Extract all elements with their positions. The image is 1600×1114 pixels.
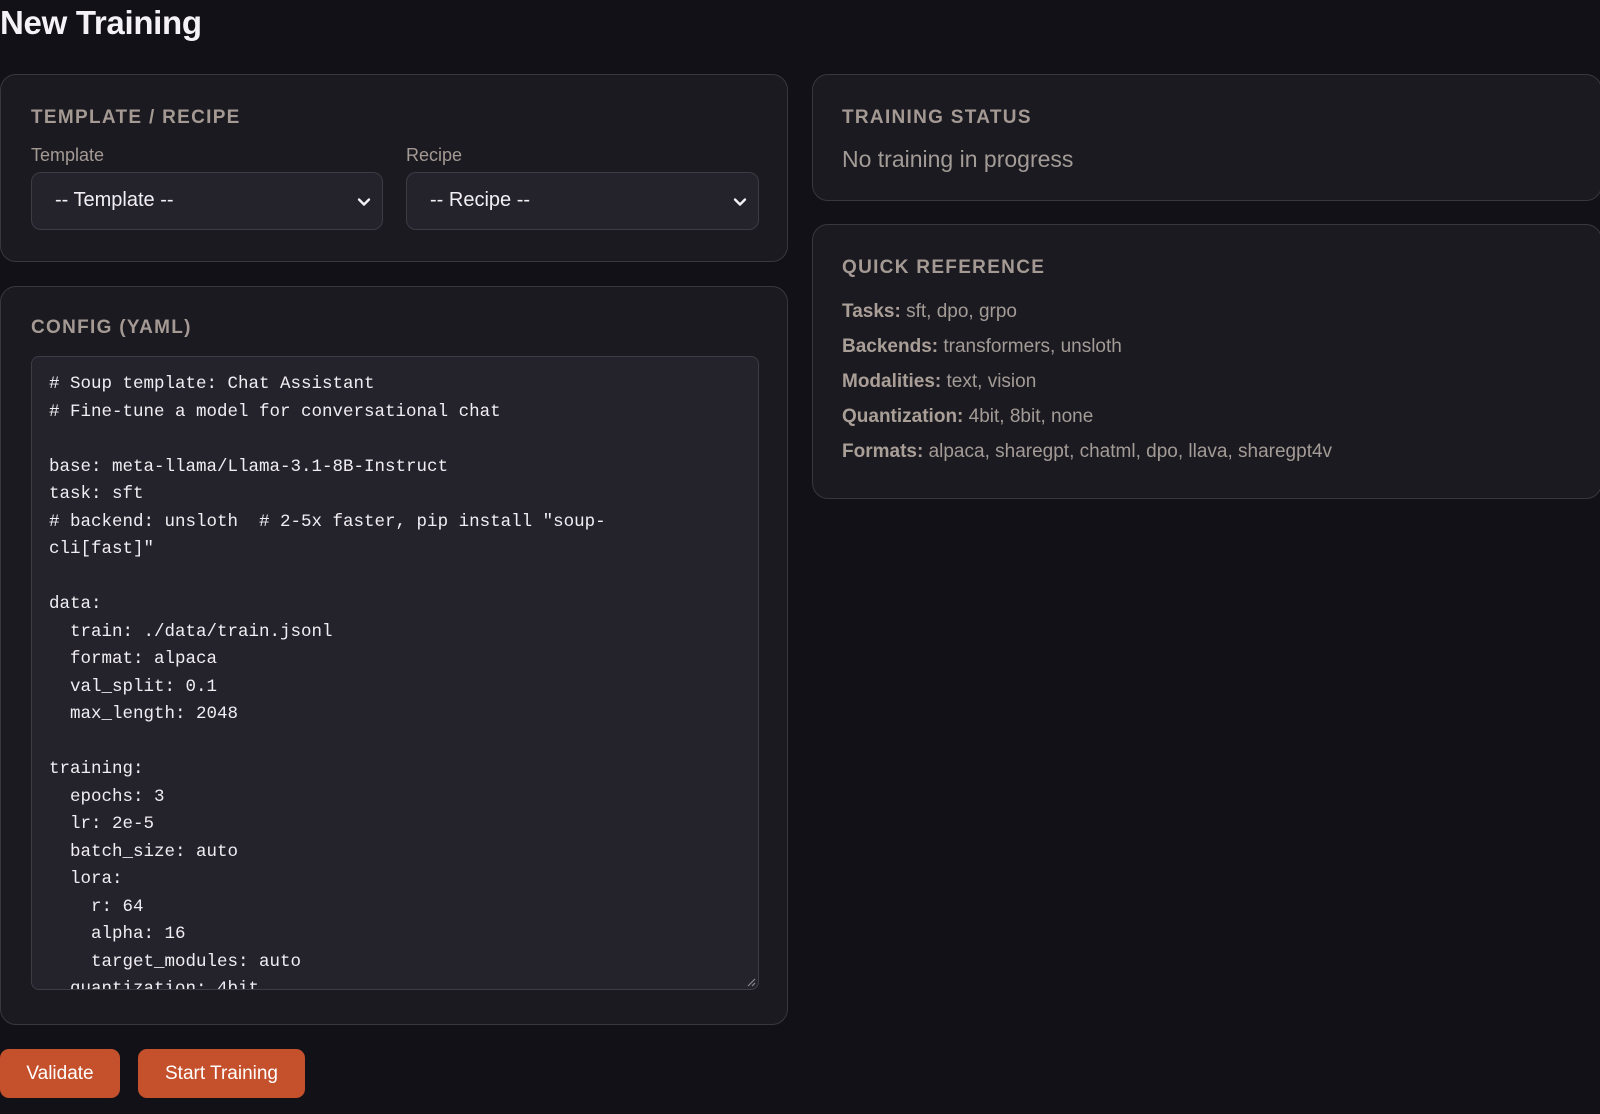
start-training-button[interactable]: Start Training: [138, 1049, 305, 1098]
training-status-card: TRAINING STATUS No training in progress: [812, 74, 1600, 201]
quick-reference-card: QUICK REFERENCE Tasks: sft, dpo, grpo Ba…: [812, 224, 1600, 499]
training-status-heading: TRAINING STATUS: [842, 107, 1032, 128]
reference-key: Tasks:: [842, 301, 901, 322]
validate-button[interactable]: Validate: [0, 1049, 120, 1098]
template-select-value: -- Template --: [55, 189, 174, 211]
recipe-select-value: -- Recipe --: [430, 189, 531, 211]
template-recipe-heading: TEMPLATE / RECIPE: [31, 107, 241, 128]
new-training-page: New Training TEMPLATE / RECIPE Template …: [0, 0, 1600, 1114]
page-title: New Training: [0, 4, 202, 41]
template-recipe-card: TEMPLATE / RECIPE Template -- Template -…: [0, 74, 788, 262]
quick-reference-heading: QUICK REFERENCE: [842, 257, 1046, 278]
reference-tasks: Tasks: sft, dpo, grpo: [842, 301, 1017, 323]
reference-value: text, vision: [941, 371, 1037, 392]
reference-modalities: Modalities: text, vision: [842, 371, 1036, 393]
recipe-label: Recipe: [406, 145, 463, 165]
reference-key: Quantization:: [842, 406, 964, 427]
reference-key: Modalities:: [842, 371, 942, 392]
reference-value: alpaca, sharegpt, chatml, dpo, llava, sh…: [923, 441, 1333, 462]
reference-backends: Backends: transformers, unsloth: [842, 336, 1122, 358]
config-yaml-editor[interactable]: # Soup template: Chat Assistant # Fine-t…: [31, 356, 759, 990]
template-label: Template: [31, 145, 105, 165]
config-yaml-text: # Soup template: Chat Assistant # Fine-t…: [49, 374, 606, 990]
chevron-down-icon: [357, 198, 371, 206]
reference-value: sft, dpo, grpo: [900, 301, 1017, 322]
chevron-down-icon: [733, 198, 747, 206]
reference-formats: Formats: alpaca, sharegpt, chatml, dpo, …: [842, 441, 1332, 463]
resize-grip-icon[interactable]: [744, 975, 756, 987]
training-status-message: No training in progress: [842, 146, 1074, 172]
reference-value: 4bit, 8bit, none: [963, 406, 1094, 427]
template-select[interactable]: -- Template --: [31, 172, 383, 230]
reference-quantization: Quantization: 4bit, 8bit, none: [842, 406, 1093, 428]
recipe-select[interactable]: -- Recipe --: [406, 172, 759, 230]
reference-key: Formats:: [842, 441, 924, 462]
config-yaml-card: CONFIG (YAML) # Soup template: Chat Assi…: [0, 286, 788, 1025]
config-yaml-heading: CONFIG (YAML): [31, 317, 192, 338]
reference-key: Backends:: [842, 336, 939, 357]
reference-value: transformers, unsloth: [938, 336, 1122, 357]
